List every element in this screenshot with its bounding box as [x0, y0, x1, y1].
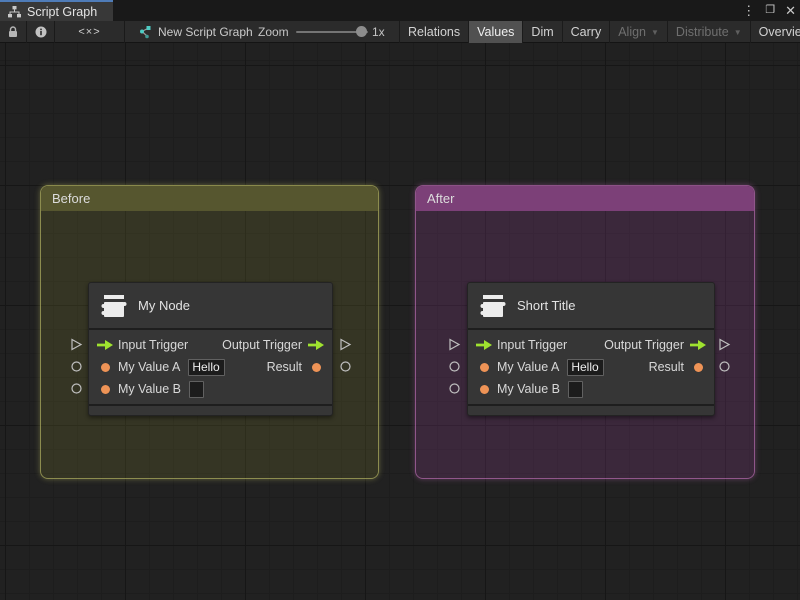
- value-b-input[interactable]: [189, 380, 204, 398]
- group-title: Before: [52, 191, 91, 206]
- node-footer: [89, 406, 332, 415]
- node-my-node[interactable]: My Node Input Trigger Output Trigger My …: [88, 282, 333, 416]
- group-header[interactable]: Before: [41, 186, 378, 211]
- graph-icon: [137, 25, 151, 39]
- unit-node-icon: [480, 294, 506, 318]
- result-port[interactable]: [308, 362, 324, 372]
- input-trigger-port[interactable]: [97, 340, 113, 350]
- node-short-title[interactable]: Short Title Input Trigger Output Trigger…: [467, 282, 715, 416]
- value-a-input[interactable]: [188, 358, 226, 376]
- zoom-slider-handle[interactable]: [356, 26, 367, 37]
- graph-toolbar: <×> New Script Graph Zoom 1x Relations V…: [0, 21, 800, 43]
- value-b-port[interactable]: [476, 384, 492, 394]
- input-trigger-port[interactable]: [476, 340, 492, 350]
- value-a-input[interactable]: [567, 358, 605, 376]
- external-trigger-port-outline[interactable]: [70, 338, 83, 351]
- window-close-icon[interactable]: ✕: [785, 0, 796, 21]
- node-row-value-a: My Value A Result: [468, 356, 714, 378]
- code-icon: <×>: [78, 26, 101, 38]
- node-title: Short Title: [517, 298, 576, 313]
- toolbar-toggle-group: Relations Values Dim Carry Align ▼ Distri…: [399, 21, 800, 43]
- info-icon: [35, 26, 47, 38]
- lock-icon: [8, 26, 18, 38]
- code-view-button[interactable]: <×>: [55, 21, 125, 43]
- carry-button[interactable]: Carry: [561, 21, 610, 43]
- graph-name-label: New Script Graph: [158, 25, 253, 39]
- graph-name-button[interactable]: New Script Graph: [137, 21, 253, 43]
- tab-title: Script Graph: [27, 4, 98, 19]
- external-value-port-outline[interactable]: [448, 360, 461, 373]
- value-a-port[interactable]: [97, 362, 113, 372]
- node-row-trigger: Input Trigger Output Trigger: [468, 334, 714, 356]
- external-value-port-outline[interactable]: [70, 382, 83, 395]
- zoom-label: Zoom: [258, 25, 289, 39]
- node-header[interactable]: Short Title: [468, 283, 714, 328]
- node-title: My Node: [138, 298, 191, 313]
- value-b-port[interactable]: [97, 384, 113, 394]
- external-value-port-outline[interactable]: [339, 360, 352, 373]
- external-trigger-port-outline[interactable]: [448, 338, 461, 351]
- lock-button[interactable]: [0, 21, 27, 43]
- tab-bar: Script Graph ⋮ ❐ ✕: [0, 0, 800, 21]
- chevron-down-icon: ▼: [733, 27, 742, 37]
- group-title: After: [427, 191, 455, 206]
- group-header[interactable]: After: [416, 186, 754, 211]
- chevron-down-icon: ▼: [651, 27, 659, 37]
- window-maximize-icon[interactable]: ❐: [765, 0, 775, 21]
- external-value-port-outline[interactable]: [718, 360, 731, 373]
- node-footer: [468, 406, 714, 415]
- zoom-value: 1x: [372, 25, 385, 39]
- info-button[interactable]: [27, 21, 55, 43]
- values-button[interactable]: Values: [468, 21, 523, 43]
- window-menu-icon[interactable]: ⋮: [742, 0, 755, 21]
- node-header[interactable]: My Node: [89, 283, 332, 328]
- relations-button[interactable]: Relations: [399, 21, 468, 43]
- external-trigger-port-outline[interactable]: [718, 338, 731, 351]
- result-port[interactable]: [690, 362, 706, 372]
- script-graph-tab-icon: [8, 5, 21, 18]
- value-a-port[interactable]: [476, 362, 492, 372]
- node-row-value-b: My Value B: [89, 378, 332, 400]
- output-trigger-port[interactable]: [690, 340, 706, 350]
- node-row-trigger: Input Trigger Output Trigger: [89, 334, 332, 356]
- dim-button[interactable]: Dim: [522, 21, 561, 43]
- script-graph-window: Script Graph ⋮ ❐ ✕ <×> New Script Graph …: [0, 0, 800, 600]
- output-trigger-port[interactable]: [308, 340, 324, 350]
- overview-button[interactable]: Overview: [749, 21, 800, 43]
- external-value-port-outline[interactable]: [70, 360, 83, 373]
- external-trigger-port-outline[interactable]: [339, 338, 352, 351]
- tab-script-graph[interactable]: Script Graph: [0, 0, 114, 21]
- distribute-dropdown[interactable]: Distribute ▼: [666, 21, 750, 43]
- unit-node-icon: [101, 294, 127, 318]
- value-b-input[interactable]: [568, 380, 583, 398]
- external-value-port-outline[interactable]: [448, 382, 461, 395]
- node-row-value-a: My Value A Result: [89, 356, 332, 378]
- node-row-value-b: My Value B: [468, 378, 714, 400]
- align-dropdown[interactable]: Align ▼: [609, 21, 667, 43]
